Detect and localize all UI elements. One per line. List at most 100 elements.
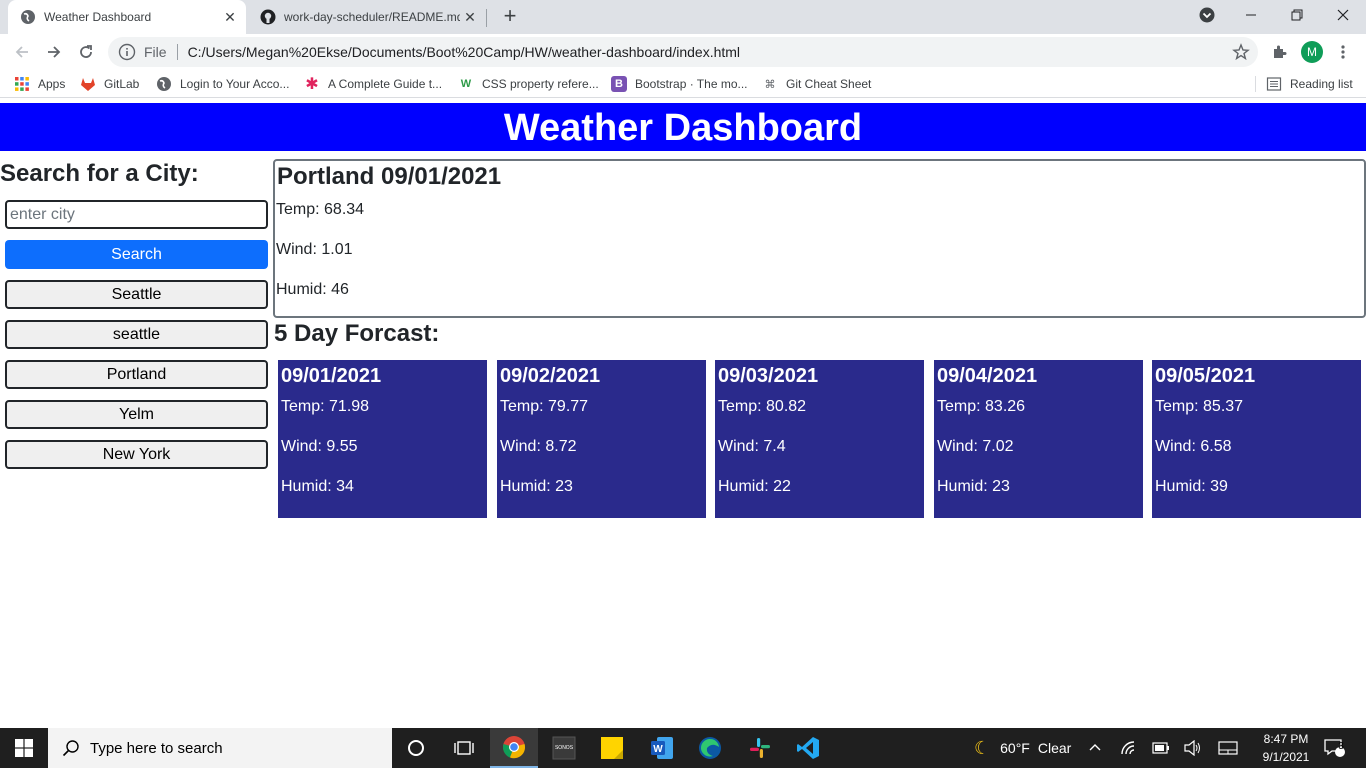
search-button[interactable]: Search — [5, 240, 268, 269]
extensions-button[interactable] — [1268, 41, 1290, 63]
history-button-yelm[interactable]: Yelm — [5, 400, 268, 429]
taskbar-sonos[interactable]: SONOS — [540, 728, 588, 768]
clock-time: 8:47 PM — [1263, 732, 1309, 746]
bookmark-gitlab[interactable]: GitLab — [80, 74, 139, 94]
history-button-seattle[interactable]: Seattle — [5, 280, 268, 309]
minimize-button[interactable] — [1228, 0, 1274, 30]
restore-icon — [1291, 9, 1303, 21]
edge-icon — [699, 737, 721, 759]
forecast-temp: Temp: 71.98 — [281, 398, 370, 415]
keyboard-icon — [1218, 741, 1238, 755]
network-button[interactable] — [1120, 728, 1138, 768]
close-window-button[interactable] — [1320, 0, 1366, 30]
taskbar-edge[interactable] — [686, 728, 734, 768]
forecast-card: 09/03/2021 Temp: 80.82 Wind: 7.4 Humid: … — [715, 360, 924, 518]
sonos-icon: SONOS — [552, 736, 576, 760]
bookmark-complete-guide[interactable]: ✱ A Complete Guide t... — [304, 74, 442, 94]
action-center-button[interactable]: 3 — [1324, 728, 1346, 768]
gitlab-icon — [81, 78, 95, 91]
wifi-icon — [1121, 741, 1135, 755]
taskbar-sticky-notes[interactable] — [588, 728, 636, 768]
forecast-date: 09/01/2021 — [281, 365, 382, 387]
bookmark-apps[interactable]: Apps — [14, 74, 65, 94]
restore-button[interactable] — [1274, 0, 1320, 30]
forecast-temp: Temp: 83.26 — [937, 398, 1026, 415]
task-view-icon — [454, 741, 474, 755]
forecast-date: 09/03/2021 — [718, 365, 819, 387]
reload-button[interactable] — [74, 40, 98, 64]
taskbar-chrome[interactable] — [490, 728, 538, 768]
new-tab-button[interactable]: + — [498, 5, 522, 29]
close-icon — [1337, 9, 1349, 21]
reading-list-button[interactable]: Reading list — [1266, 74, 1353, 94]
input-indicator[interactable] — [1218, 728, 1238, 768]
info-icon[interactable] — [118, 43, 136, 61]
bookmark-label: GitLab — [104, 77, 140, 91]
forecast-wind: Wind: 9.55 — [281, 438, 358, 455]
bookmark-login[interactable]: Login to Your Acco... — [156, 74, 289, 94]
history-button-seattle-lower[interactable]: seattle — [5, 320, 268, 349]
forecast-date: 09/04/2021 — [937, 365, 1038, 387]
moon-icon: ☾ — [974, 737, 991, 758]
taskbar-word[interactable]: W — [638, 728, 686, 768]
url-text[interactable]: C:/Users/Megan%20Ekse/Documents/Boot%20C… — [188, 44, 740, 60]
url-divider — [176, 44, 178, 60]
bookmark-css-reference[interactable]: W CSS property refere... — [458, 74, 599, 94]
forecast-humidity: Humid: 39 — [1155, 478, 1228, 495]
forecast-temp: Temp: 79.77 — [500, 398, 589, 415]
city-search-input[interactable] — [5, 200, 268, 229]
star-icon[interactable] — [1232, 43, 1250, 61]
reading-list-icon — [1266, 77, 1282, 91]
page-banner: Weather Dashboard — [0, 103, 1366, 151]
forecast-humidity: Humid: 22 — [718, 478, 791, 495]
bookmark-git-cheat-sheet[interactable]: ⌘ Git Cheat Sheet — [762, 74, 872, 94]
tab-search-button[interactable] — [1184, 0, 1230, 30]
task-view-button[interactable] — [440, 728, 488, 768]
forecast-date: 09/05/2021 — [1155, 365, 1256, 387]
forecast-heading: 5 Day Forcast: — [274, 320, 440, 347]
history-button-new-york[interactable]: New York — [5, 440, 268, 469]
forecast-wind: Wind: 7.02 — [937, 438, 1014, 455]
sticky-notes-icon — [601, 737, 623, 759]
bookmark-label: CSS property refere... — [482, 77, 599, 91]
apps-grid-icon — [15, 77, 29, 91]
close-tab-icon[interactable]: ✕ — [462, 9, 478, 25]
forecast-card: 09/02/2021 Temp: 79.77 Wind: 8.72 Humid:… — [497, 360, 706, 518]
taskbar-search-box[interactable]: Type here to search — [48, 728, 392, 768]
tab-separator — [486, 9, 487, 27]
current-temp: Temp: 68.34 — [276, 201, 365, 218]
forward-button[interactable] — [42, 40, 66, 64]
weather-widget[interactable]: ☾ 60°F Clear — [974, 728, 1071, 768]
forecast-card: 09/04/2021 Temp: 83.26 Wind: 7.02 Humid:… — [934, 360, 1143, 518]
taskbar-vscode[interactable] — [784, 728, 832, 768]
tab-strip: Weather Dashboard ✕ work-day-scheduler/R… — [0, 0, 1366, 34]
volume-button[interactable] — [1184, 728, 1202, 768]
profile-avatar[interactable]: M — [1301, 41, 1323, 63]
current-weather-panel: Portland 09/01/2021 Temp: 68.34 Wind: 1.… — [273, 159, 1366, 318]
start-button[interactable] — [0, 728, 48, 768]
system-clock[interactable]: 8:47 PM 9/1/2021 — [1250, 730, 1322, 766]
cortana-button[interactable] — [392, 728, 440, 768]
notification-count: 3 — [1338, 741, 1344, 752]
tab-readme[interactable]: work-day-scheduler/README.md ✕ — [248, 0, 486, 34]
windows-logo-icon — [15, 739, 33, 757]
battery-button[interactable] — [1152, 728, 1170, 768]
forecast-humidity: Humid: 23 — [937, 478, 1010, 495]
weather-condition: Clear — [1037, 740, 1072, 756]
history-button-portland[interactable]: Portland — [5, 360, 268, 389]
menu-button[interactable] — [1332, 41, 1354, 63]
command-icon: ⌘ — [764, 78, 776, 91]
svg-text:W: W — [653, 744, 663, 755]
address-bar[interactable]: File C:/Users/Megan%20Ekse/Documents/Boo… — [108, 37, 1258, 67]
current-wind: Wind: 1.01 — [276, 241, 353, 258]
kebab-menu-icon — [1341, 45, 1345, 59]
show-hidden-icons-button[interactable] — [1088, 728, 1102, 768]
windows-taskbar: Type here to search SONOS W ☾ 60°F Clear — [0, 728, 1366, 768]
close-tab-icon[interactable]: ✕ — [222, 9, 238, 25]
taskbar-slack[interactable] — [736, 728, 784, 768]
bookmark-bootstrap[interactable]: B Bootstrap · The mo... — [611, 74, 748, 94]
minimize-icon — [1246, 14, 1256, 16]
tab-weather-dashboard[interactable]: Weather Dashboard ✕ — [8, 0, 246, 34]
forecast-humidity: Humid: 23 — [500, 478, 573, 495]
back-button[interactable] — [10, 40, 34, 64]
